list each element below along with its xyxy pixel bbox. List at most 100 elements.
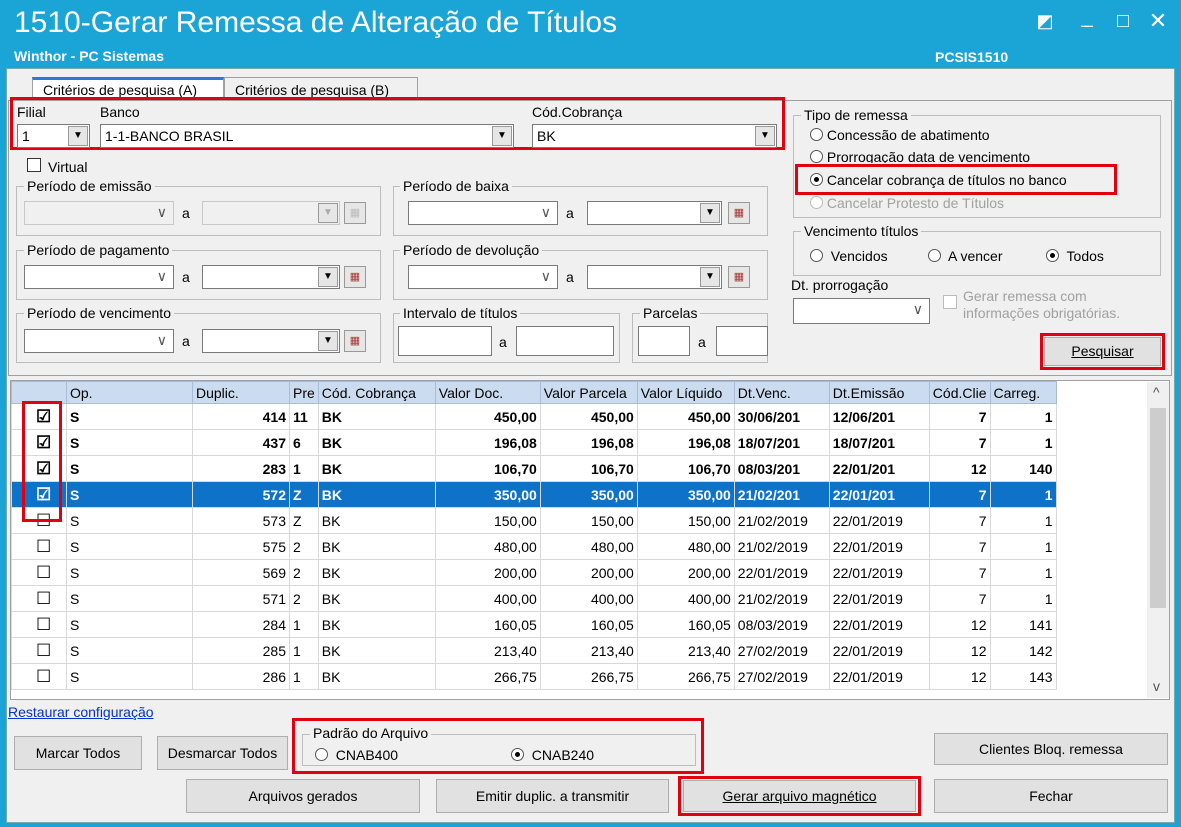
banco-select[interactable]: 1-1-BANCO BRASIL ▼ bbox=[100, 124, 514, 148]
minimize-button[interactable]: _ bbox=[1072, 4, 1102, 30]
grid-header-cell[interactable]: Duplic. bbox=[192, 381, 290, 404]
devolucao-start[interactable]: ∨ bbox=[408, 265, 558, 289]
radio-selected-icon[interactable] bbox=[810, 173, 823, 186]
parcelas-end-input[interactable] bbox=[716, 326, 768, 356]
radio-a-vencer[interactable]: A vencer bbox=[928, 248, 1003, 264]
dropdown-icon[interactable]: ▼ bbox=[68, 126, 88, 146]
titles-grid[interactable]: Op. Duplic. Pre Cód. Cobrança Valor Doc. Valo… bbox=[10, 380, 1170, 700]
grid-header-cell[interactable]: Cód.Clie bbox=[928, 381, 991, 404]
baixa-start[interactable]: ∨ bbox=[408, 201, 558, 225]
dt-prorrogacao-select[interactable]: ∨ bbox=[793, 298, 930, 324]
calendar-icon[interactable]: ▦ bbox=[344, 330, 366, 352]
radio-cnab240[interactable]: CNAB240 bbox=[511, 747, 594, 763]
row-checkbox[interactable]: ☐ bbox=[11, 611, 67, 638]
calendar-icon[interactable]: ▦ bbox=[728, 266, 750, 288]
row-checkbox[interactable]: ☐ bbox=[11, 637, 67, 664]
calendar-icon[interactable]: ▦ bbox=[728, 202, 750, 224]
radio-cnab400[interactable]: CNAB400 bbox=[315, 747, 398, 763]
dropdown-icon[interactable]: ▼ bbox=[318, 331, 338, 351]
dropdown-icon[interactable]: ▼ bbox=[492, 126, 512, 146]
row-checkbox[interactable]: ☐ bbox=[11, 663, 67, 690]
dropdown-icon[interactable]: ▼ bbox=[318, 203, 338, 223]
radio-icon[interactable] bbox=[810, 150, 823, 163]
radio-vencidos[interactable]: Vencidos bbox=[810, 248, 888, 264]
table-row[interactable]: ☑ S 414 11 BK 450,00 450,00 450,00 30/06/201 12/0… bbox=[11, 403, 1057, 430]
chevron-down-icon[interactable]: ∨ bbox=[157, 332, 167, 349]
chevron-down-icon[interactable]: ∨ bbox=[157, 268, 167, 285]
table-row[interactable]: ☐ S 575 2 BK 480,00 480,00 480,00 21/02/2019 22/0… bbox=[11, 533, 1057, 560]
table-row[interactable]: ☐ S 573 Z BK 150,00 150,00 150,00 21/02/2019 22/0… bbox=[11, 507, 1057, 534]
chevron-down-icon[interactable]: ∨ bbox=[541, 204, 551, 221]
table-row[interactable]: ☑ S 437 6 BK 196,08 196,08 196,08 18/07/201 18/07… bbox=[11, 429, 1057, 456]
scroll-up-icon[interactable]: ^ bbox=[1153, 384, 1160, 400]
radio-icon[interactable] bbox=[810, 249, 823, 262]
grid-header-cell[interactable]: Dt.Emissão bbox=[828, 381, 930, 404]
grid-header-cell[interactable]: Carreg. bbox=[989, 381, 1057, 404]
grid-header-cell[interactable]: Valor Parcela bbox=[539, 381, 638, 404]
devolucao-end[interactable]: ▼ bbox=[587, 265, 722, 289]
radio-icon[interactable] bbox=[315, 748, 328, 761]
pagamento-end[interactable]: ▼ bbox=[202, 265, 340, 289]
emissao-end[interactable]: ▼ bbox=[202, 201, 340, 225]
pagamento-start[interactable]: ∨ bbox=[24, 265, 174, 289]
gerar-obrig-checkbox[interactable] bbox=[943, 295, 957, 312]
clientes-bloq-button[interactable]: Clientes Bloq. remessa bbox=[934, 733, 1168, 765]
radio-todos[interactable]: Todos bbox=[1046, 248, 1104, 264]
radio-cancelar-protesto[interactable]: Cancelar Protesto de Títulos bbox=[810, 195, 1004, 211]
scroll-down-icon[interactable]: v bbox=[1153, 678, 1160, 694]
intervalo-end-input[interactable] bbox=[516, 326, 614, 356]
dropdown-icon[interactable]: ▼ bbox=[318, 267, 338, 287]
radio-concessao[interactable]: Concessão de abatimento bbox=[810, 127, 990, 143]
checkbox-icon[interactable] bbox=[943, 295, 957, 309]
emissao-start[interactable]: ∨ bbox=[24, 201, 174, 225]
radio-selected-icon[interactable] bbox=[511, 748, 524, 761]
dropdown-icon[interactable]: ▼ bbox=[755, 126, 775, 146]
grid-header-cell[interactable]: Pre bbox=[289, 381, 319, 404]
dropdown-icon[interactable]: ▼ bbox=[700, 203, 720, 223]
grid-header-cell[interactable]: Valor Líquido bbox=[636, 381, 735, 404]
virtual-checkbox[interactable] bbox=[27, 158, 41, 175]
grid-header-cell[interactable]: Cód. Cobrança bbox=[317, 381, 436, 404]
fechar-button[interactable]: Fechar bbox=[934, 779, 1168, 813]
baixa-end[interactable]: ▼ bbox=[587, 201, 722, 225]
desmarcar-todos-button[interactable]: Desmarcar Todos bbox=[157, 736, 288, 770]
row-checkbox[interactable]: ☐ bbox=[11, 559, 67, 586]
restaurar-link[interactable]: Restaurar configuração bbox=[8, 704, 154, 720]
radio-prorrogacao[interactable]: Prorrogação data de vencimento bbox=[810, 149, 1030, 163]
vencimento-start[interactable]: ∨ bbox=[24, 329, 174, 353]
row-checkbox[interactable]: ☐ bbox=[11, 533, 67, 560]
checkbox-icon[interactable] bbox=[27, 158, 41, 172]
row-checkbox[interactable]: ☐ bbox=[11, 585, 67, 612]
scroll-thumb[interactable] bbox=[1150, 408, 1166, 608]
emitir-duplic-button[interactable]: Emitir duplic. a transmitir bbox=[436, 779, 669, 813]
table-row[interactable]: ☑ S 572 Z BK 350,00 350,00 350,00 21/02/201 22/01… bbox=[11, 481, 1057, 508]
radio-icon[interactable] bbox=[928, 249, 941, 262]
calendar-icon[interactable]: ▦ bbox=[344, 202, 366, 224]
pesquisar-button[interactable]: Pesquisar bbox=[1044, 337, 1161, 366]
grid-scrollbar[interactable]: ^ v bbox=[1147, 382, 1169, 698]
gerar-arquivo-button[interactable]: Gerar arquivo magnético bbox=[683, 780, 916, 812]
cobranca-select[interactable]: BK ▼ bbox=[532, 124, 777, 148]
chevron-down-icon[interactable]: ∨ bbox=[157, 204, 167, 221]
grid-header-cell[interactable]: Dt.Venc. bbox=[733, 381, 830, 404]
chevron-down-icon[interactable]: ∨ bbox=[913, 301, 923, 318]
chevron-down-icon[interactable]: ∨ bbox=[541, 268, 551, 285]
radio-icon[interactable] bbox=[810, 196, 823, 209]
table-row[interactable]: ☐ S 286 1 BK 266,75 266,75 266,75 27/02/2019 22/0… bbox=[11, 663, 1057, 690]
maximize-button[interactable]: □ bbox=[1108, 8, 1138, 34]
parcelas-start-input[interactable] bbox=[638, 326, 690, 356]
intervalo-start-input[interactable] bbox=[398, 326, 492, 356]
table-row[interactable]: ☐ S 569 2 BK 200,00 200,00 200,00 22/01/2019 22/0… bbox=[11, 559, 1057, 586]
vencimento-end[interactable]: ▼ bbox=[202, 329, 340, 353]
marcar-todos-button[interactable]: Marcar Todos bbox=[14, 736, 142, 770]
grid-header-cell[interactable]: Valor Doc. bbox=[434, 381, 541, 404]
table-row[interactable]: ☑ S 283 1 BK 106,70 106,70 106,70 08/03/201 22/01… bbox=[11, 455, 1057, 482]
table-row[interactable]: ☐ S 284 1 BK 160,05 160,05 160,05 08/03/2019 22/0… bbox=[11, 611, 1057, 638]
radio-selected-icon[interactable] bbox=[1046, 249, 1059, 262]
arquivos-gerados-button[interactable]: Arquivos gerados bbox=[186, 779, 420, 813]
close-button[interactable]: ✕ bbox=[1143, 8, 1173, 34]
dropdown-icon[interactable]: ▼ bbox=[700, 267, 720, 287]
table-row[interactable]: ☐ S 571 2 BK 400,00 400,00 400,00 21/02/2019 22/0… bbox=[11, 585, 1057, 612]
radio-icon[interactable] bbox=[810, 128, 823, 141]
restore-icon[interactable]: ◩ bbox=[1030, 8, 1060, 34]
